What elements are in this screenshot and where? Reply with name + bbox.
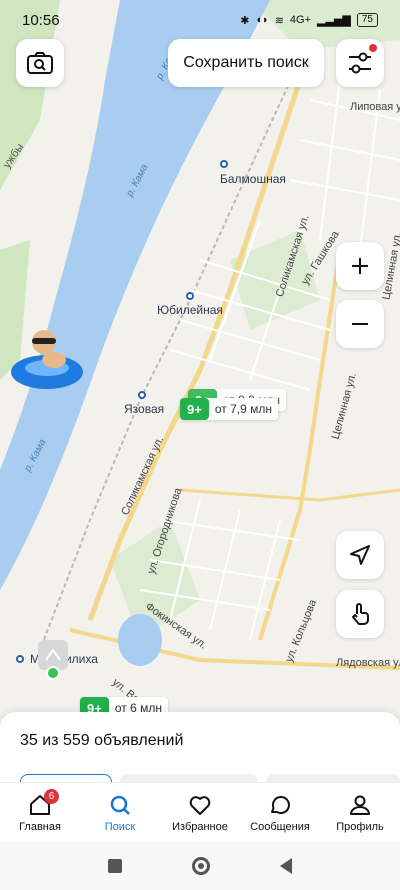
- battery-icon: 75: [356, 13, 378, 27]
- plus-icon: [352, 258, 368, 274]
- tab-label: Сообщения: [250, 820, 310, 833]
- tab-label: Избранное: [172, 820, 228, 833]
- tab-search[interactable]: Поиск: [80, 793, 160, 833]
- station-label: Язовая: [124, 402, 165, 416]
- status-time: 10:56: [22, 11, 60, 29]
- station-label: Юбилейная: [157, 303, 223, 317]
- station-balmoshnaya[interactable]: [220, 160, 228, 168]
- photo-search-button[interactable]: [16, 39, 64, 87]
- camera-search-icon: [27, 52, 53, 74]
- location-marker-icon: [46, 666, 60, 680]
- tab-label: Главная: [19, 820, 61, 833]
- results-sheet[interactable]: 35 из 559 объявлений: [0, 712, 400, 792]
- minus-icon: [352, 323, 368, 325]
- map-view[interactable]: р. Кама р. Кама р. Кама ужбы Соликамская…: [0, 0, 400, 780]
- home-nav-button[interactable]: [192, 857, 210, 875]
- filter-sliders-icon: [349, 52, 371, 74]
- search-icon: [110, 795, 130, 815]
- filter-active-dot: [369, 44, 377, 52]
- tab-label: Поиск: [104, 820, 136, 833]
- zoom-in-button[interactable]: [336, 242, 384, 290]
- notification-badge: 6: [44, 788, 59, 804]
- price-pin[interactable]: 9+ от 7,9 млн: [180, 398, 278, 420]
- system-nav-bar: [0, 842, 400, 890]
- street-label: Лядовская ул.: [336, 657, 400, 669]
- street-label: Липовая ул.: [350, 101, 400, 113]
- signal-icon: ▂▃▅▇: [317, 14, 351, 27]
- status-bar: 10:56 ✱ ◖◗ ≋ 4G+ ▂▃▅▇ 75: [0, 0, 400, 40]
- station-yazovaya[interactable]: [138, 391, 146, 399]
- tab-home[interactable]: 6 Главная: [0, 788, 80, 833]
- pin-price: от 7,9 млн: [214, 402, 272, 416]
- draw-area-button[interactable]: [336, 590, 384, 638]
- profile-icon: [350, 795, 370, 815]
- station-icon: [220, 160, 228, 168]
- hand-pointer-icon: [352, 603, 369, 625]
- station-icon: [138, 391, 146, 399]
- my-location-button[interactable]: [336, 531, 384, 579]
- tab-messages[interactable]: Сообщения: [240, 793, 320, 833]
- save-search-button[interactable]: Сохранить поиск: [168, 39, 324, 87]
- tab-label: Профиль: [336, 820, 384, 833]
- pin-count: 9+: [180, 398, 209, 420]
- station-icon: [186, 292, 194, 300]
- back-button[interactable]: [280, 858, 292, 874]
- station-yubileynaya[interactable]: [186, 292, 194, 300]
- headphones-icon: ◖◗: [255, 14, 269, 26]
- tab-profile[interactable]: Профиль: [320, 793, 400, 833]
- bluetooth-icon: ✱: [240, 14, 250, 27]
- navigation-arrow-icon: [350, 545, 370, 565]
- wifi-icon: ≋: [274, 14, 284, 27]
- tab-favorites[interactable]: Избранное: [160, 793, 240, 833]
- chat-icon: [271, 795, 290, 814]
- filters-button[interactable]: [336, 39, 384, 87]
- results-count: 35 из 559 объявлений: [20, 732, 184, 749]
- zoom-out-button[interactable]: [336, 300, 384, 348]
- network-type: 4G+: [289, 14, 312, 26]
- mascot-float-icon[interactable]: [10, 322, 85, 392]
- station-label: Балмошная: [220, 172, 286, 186]
- bottom-tab-bar: 6 Главная Поиск Избранное Сообщения Проф…: [0, 782, 400, 842]
- station-icon: [16, 655, 24, 663]
- recents-button[interactable]: [108, 859, 122, 873]
- heart-icon: [189, 795, 211, 815]
